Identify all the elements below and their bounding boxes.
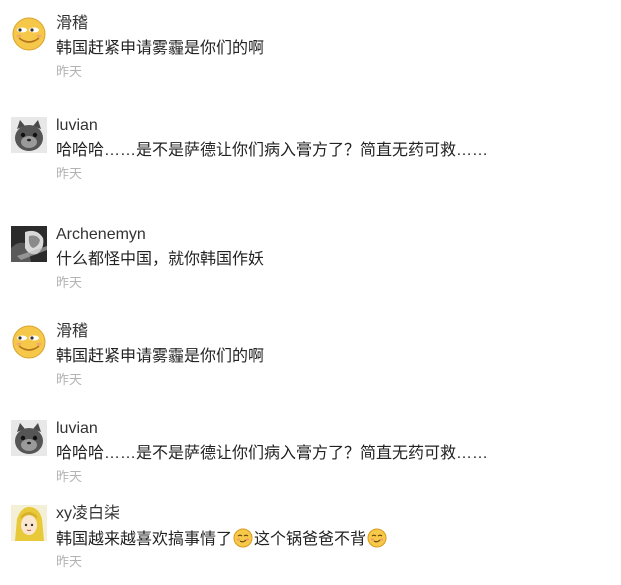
comment-text-part: 韩国越来越喜欢搞事情了 [56,531,233,548]
comment-text: 韩国越来越喜欢搞事情了 这个锅爸爸不背 [56,528,388,551]
username[interactable]: 滑稽 [56,14,88,34]
user-avatar[interactable] [11,505,47,541]
comment-time: 昨天 [56,469,83,484]
comment-item: 滑稽 韩国赶紧申请雾霾是你们的啊 昨天 [0,15,621,95]
comment-text-part: 这个锅爸爸不背 [254,531,367,548]
comment-text: 哈哈哈……是不是萨德让你们病入膏方了？简直无药可救…… [56,142,489,159]
comment-item: 滑稽 韩国赶紧申请雾霾是你们的啊 昨天 [0,323,621,403]
user-avatar[interactable] [11,15,47,51]
smiley-face-avatar-icon [11,15,47,51]
gray-cat-avatar-icon [11,117,47,153]
username[interactable]: Archenemyn [56,225,146,245]
user-avatar[interactable] [11,226,47,262]
comment-text: 哈哈哈……是不是萨德让你们病入膏方了？简直无药可救…… [56,445,489,462]
user-avatar[interactable] [11,420,47,456]
comment-item: Archenemyn 什么都怪中国，就你韩国作妖 昨天 [0,226,621,306]
smirk-emoji-icon [367,528,387,548]
username[interactable]: luvian [56,116,98,136]
smiley-face-avatar-icon [11,323,47,359]
username[interactable]: xy凌白柒 [56,504,120,524]
user-avatar[interactable] [11,323,47,359]
user-avatar[interactable] [11,117,47,153]
comment-time: 昨天 [56,166,83,181]
comment-item: luvian 哈哈哈……是不是萨德让你们病入膏方了？简直无药可救…… 昨天 [0,117,621,197]
dark-portrait-avatar-icon [11,226,47,262]
comment-time: 昨天 [56,64,83,79]
comment-text: 什么都怪中国，就你韩国作妖 [56,251,265,268]
comment-item: luvian 哈哈哈……是不是萨德让你们病入膏方了？简直无药可救…… 昨天 [0,420,621,500]
comment-text: 韩国赶紧申请雾霾是你们的啊 [56,348,265,365]
comment-time: 昨天 [56,372,83,387]
comment-time: 昨天 [56,554,83,569]
comment-time: 昨天 [56,275,83,290]
comment-item: xy凌白柒 韩国越来越喜欢搞事情了 这个锅爸爸不背 昨天 [0,505,621,585]
comment-text: 韩国赶紧申请雾霾是你们的啊 [56,40,265,57]
blonde-anime-avatar-icon [11,505,47,541]
username[interactable]: 滑稽 [56,322,88,342]
gray-cat-avatar-icon [11,420,47,456]
username[interactable]: luvian [56,419,98,439]
smirk-emoji-icon [233,528,253,548]
